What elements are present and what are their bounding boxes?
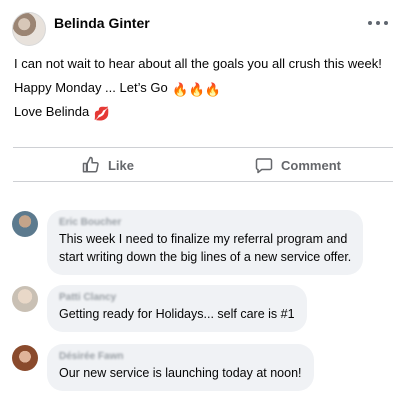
action-bar: Like Comment [13,148,393,182]
post-text: Happy Monday ... Let’s Go [14,80,168,95]
author-avatar[interactable] [12,12,46,46]
comment-text: This week I need to finalize my referral… [59,232,348,246]
commenter-name[interactable]: Eric Boucher [59,217,351,228]
post-text-line: Happy Monday ... Let’s Go 🔥🔥🔥 [14,79,390,103]
more-horizontal-icon-dot [384,21,388,25]
more-options-button[interactable] [368,18,388,28]
author-name[interactable]: Belinda Ginter [54,15,150,31]
more-horizontal-icon-dot [376,21,380,25]
commenter-avatar[interactable] [12,286,38,312]
thumbs-up-icon [82,156,99,173]
comment-button[interactable]: Comment [203,148,393,182]
divider [13,181,393,182]
like-label: Like [107,157,134,173]
post-text: I can not wait to hear about all the goa… [14,56,382,71]
like-button[interactable]: Like [13,148,203,182]
comment-text: start writing down the big lines of a ne… [59,249,352,264]
commenter-name[interactable]: Patti Clancy [59,292,295,303]
commenter-avatar[interactable] [12,345,38,371]
speech-bubble-icon [255,158,273,174]
post-text-line: Love Belinda 💋 [14,103,390,127]
comment-text: Our new service is launching today at no… [59,366,302,380]
comment-bubble: Patti Clancy Getting ready for Holidays.… [47,285,307,332]
post-header: Belinda Ginter [0,0,400,50]
comment: Désirée Fawn Our new service is launchin… [12,344,314,391]
fire-emoji: 🔥🔥🔥 [172,82,221,97]
post-text-line: I can not wait to hear about all the goa… [14,55,390,79]
comment: Eric Boucher This week I need to finaliz… [12,210,364,275]
commenter-avatar[interactable] [12,211,38,237]
post-text: Love Belinda [14,104,90,119]
commenter-name[interactable]: Désirée Fawn [59,351,302,362]
comment-label: Comment [281,157,341,173]
comment-bubble: Eric Boucher This week I need to finaliz… [47,210,364,275]
kiss-emoji: 💋 [93,106,110,121]
comment-text: Getting ready for Holidays... self care … [59,307,295,321]
post-body: I can not wait to hear about all the goa… [14,55,390,127]
comment-bubble: Désirée Fawn Our new service is launchin… [47,344,314,391]
more-horizontal-icon [368,21,372,25]
comment: Patti Clancy Getting ready for Holidays.… [12,285,307,332]
